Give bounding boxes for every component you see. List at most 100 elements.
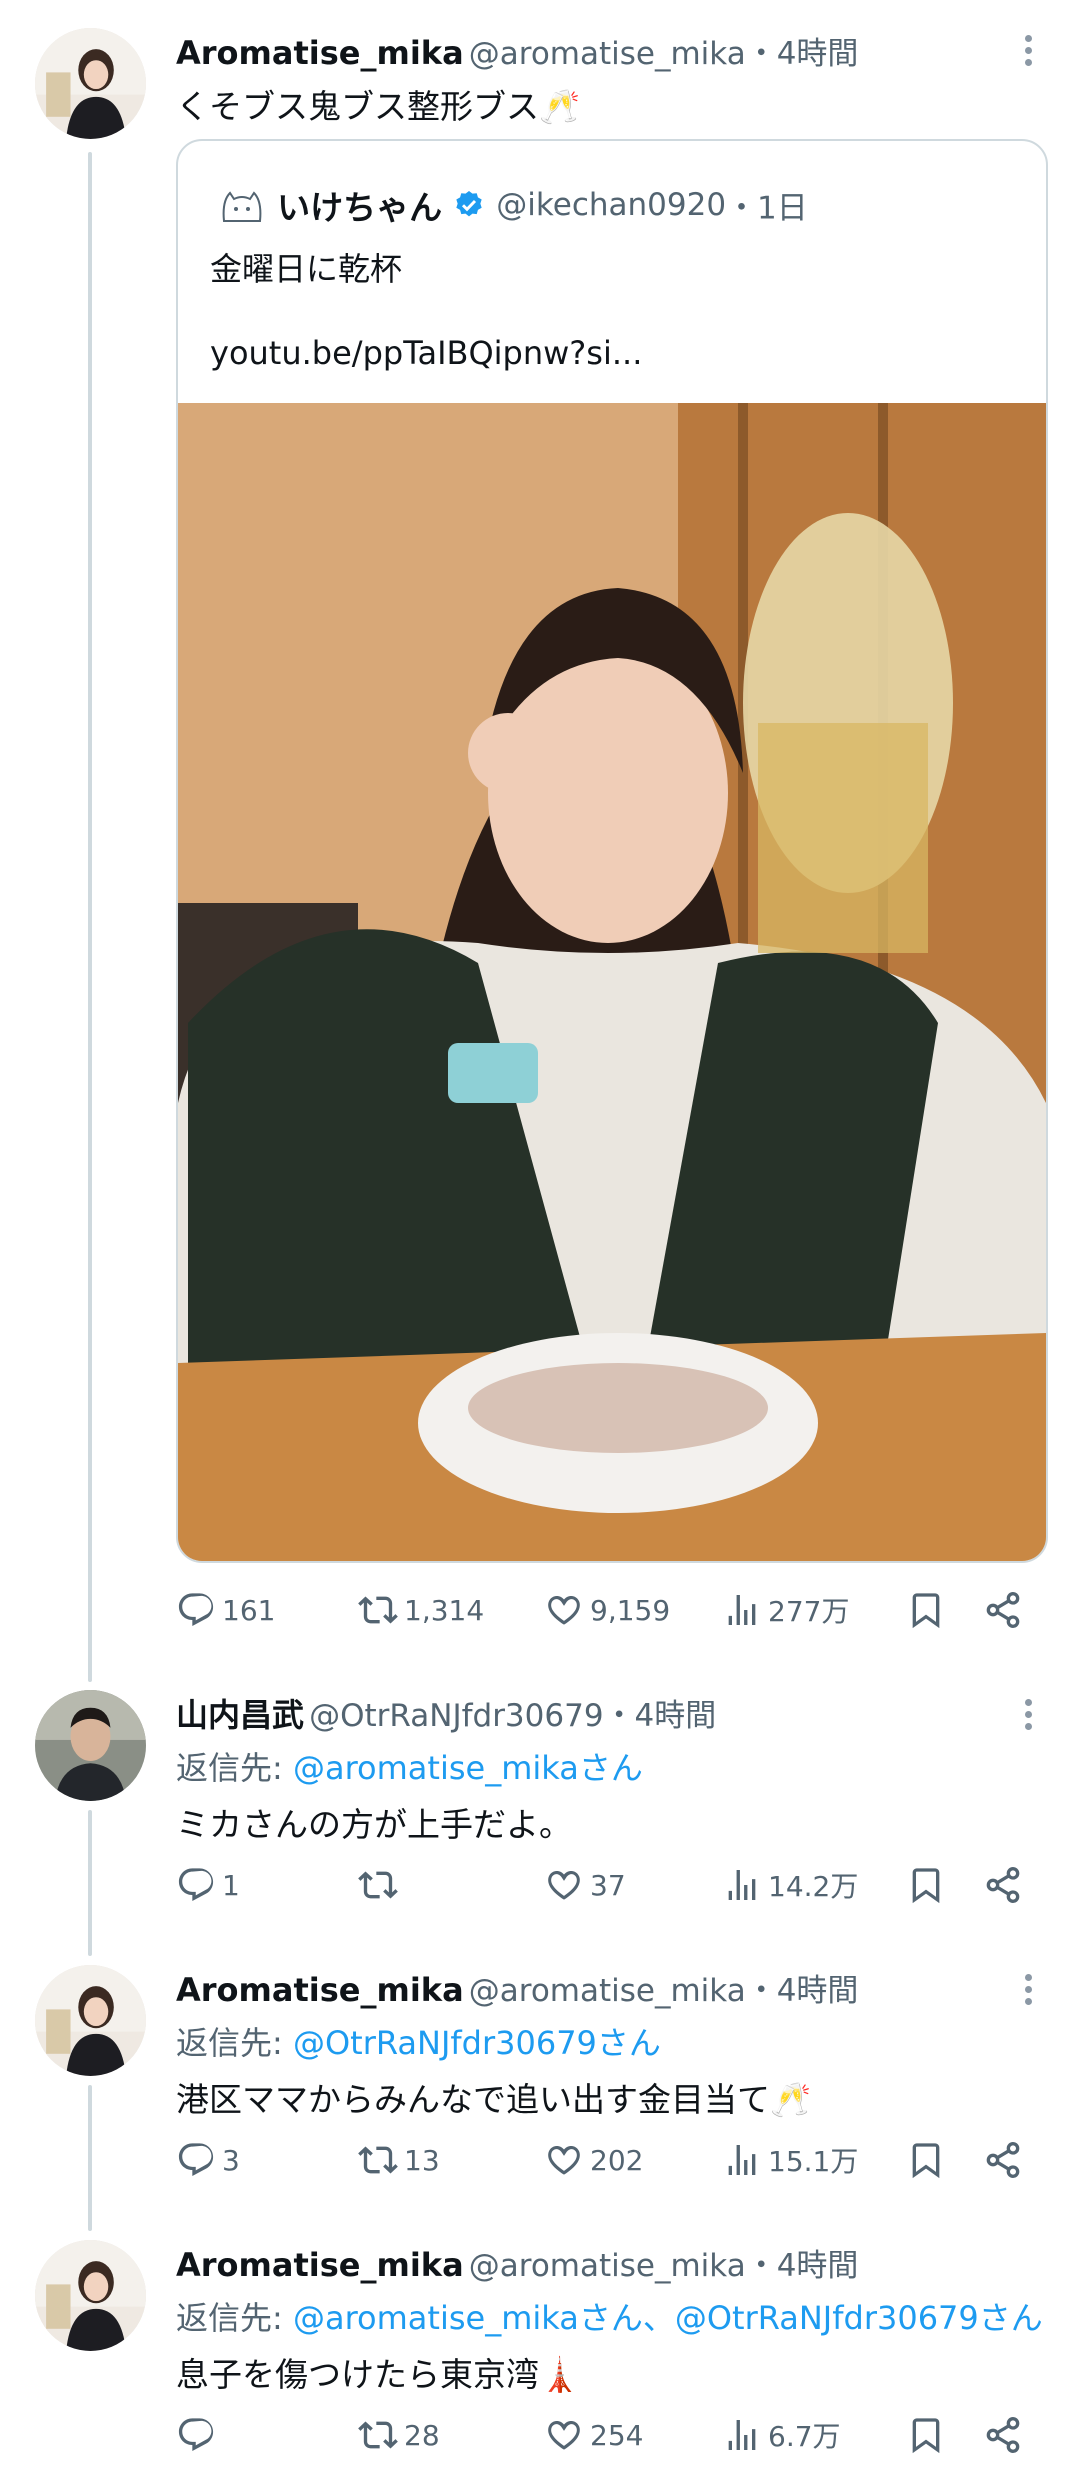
retweet-count: 13 xyxy=(404,2143,440,2177)
view-count: 6.7万 xyxy=(768,2420,841,2453)
reply-button[interactable]: 161 xyxy=(176,1590,275,1630)
bookmark-icon xyxy=(906,2415,946,2455)
reply-context: 返信先: @aromatise_mikaさん xyxy=(176,1743,643,1789)
like-button[interactable]: 37 xyxy=(544,1865,626,1905)
quote-author-handle[interactable]: @ikechan0920 xyxy=(496,187,726,223)
bookmark-button[interactable] xyxy=(906,1865,952,1905)
quote-author-name[interactable]: いけちゃん xyxy=(277,188,442,227)
reply-prefix: 返信先: xyxy=(176,2299,293,2337)
retweet-button[interactable] xyxy=(358,1865,404,1905)
retweet-button[interactable]: 13 xyxy=(358,2140,440,2180)
view-count: 15.1万 xyxy=(768,2145,859,2178)
author-handle[interactable]: @aromatise_mika xyxy=(469,1973,746,2009)
views-button[interactable]: 14.2万 xyxy=(722,1865,858,1905)
tweet-text: くそブス鬼ブス整形ブス🥂 xyxy=(176,87,581,126)
timestamp[interactable]: ・4時間 xyxy=(604,1698,717,1734)
tweet-text: 息子を傷つけたら東京湾🗼 xyxy=(176,2355,581,2394)
views-button[interactable]: 6.7万 xyxy=(722,2415,841,2455)
like-count: 202 xyxy=(590,2143,644,2177)
retweet-count: 28 xyxy=(404,2418,440,2452)
like-button[interactable]: 9,159 xyxy=(544,1590,670,1630)
share-icon xyxy=(983,1590,1023,1630)
view-count: 14.2万 xyxy=(768,1870,859,1903)
share-button[interactable] xyxy=(983,2415,1029,2455)
timestamp[interactable]: ・4時間 xyxy=(746,36,859,72)
like-count: 254 xyxy=(590,2418,644,2452)
more-options-icon[interactable] xyxy=(1025,30,1035,71)
quote-tweet-card[interactable]: いけちゃん @ikechan0920・1日 金曜日に乾杯 youtu.be/pp… xyxy=(176,139,1048,1563)
retweet-button[interactable]: 28 xyxy=(358,2415,440,2455)
timestamp[interactable]: ・4時間 xyxy=(746,2248,859,2284)
quote-timestamp[interactable]: ・1日 xyxy=(726,191,808,227)
retweet-icon xyxy=(358,1865,398,1905)
reply-icon xyxy=(176,1590,216,1630)
bookmark-button[interactable] xyxy=(906,1590,952,1630)
share-button[interactable] xyxy=(983,1865,1029,1905)
view-count: 277万 xyxy=(768,1595,850,1628)
tweet-header: Aromatise_mika @aromatise_mika・4時間 xyxy=(176,2240,858,2285)
views-button[interactable]: 277万 xyxy=(722,1590,849,1630)
share-button[interactable] xyxy=(983,1590,1029,1630)
like-icon xyxy=(544,1865,584,1905)
tweet-text: 港区ママからみんなで追い出す金目当て🥂 xyxy=(176,2080,812,2119)
reply-icon xyxy=(176,1865,216,1905)
reply-to-link[interactable]: @aromatise_mikaさん、@OtrRaNJfdr30679さん xyxy=(293,2299,1043,2337)
tweet-text: ミカさんの方が上手だよ。 xyxy=(176,1805,572,1844)
thread-line xyxy=(88,152,92,1682)
avatar[interactable] xyxy=(35,2240,146,2351)
share-icon xyxy=(983,2415,1023,2455)
bookmark-button[interactable] xyxy=(906,2140,952,2180)
retweet-count: 1,314 xyxy=(404,1593,485,1627)
author-name[interactable]: Aromatise_mika xyxy=(176,2246,464,2284)
reply-button[interactable] xyxy=(176,2415,222,2455)
views-icon xyxy=(722,2140,762,2180)
bookmark-icon xyxy=(906,1590,946,1630)
more-options-icon[interactable] xyxy=(1025,1969,1035,2010)
retweet-button[interactable]: 1,314 xyxy=(358,1590,484,1630)
bookmark-icon xyxy=(906,2140,946,2180)
avatar[interactable] xyxy=(35,28,146,139)
bookmark-button[interactable] xyxy=(906,2415,952,2455)
like-icon xyxy=(544,2140,584,2180)
retweet-icon xyxy=(358,2415,398,2455)
retweet-icon xyxy=(358,1590,398,1630)
avatar[interactable] xyxy=(35,1690,146,1801)
thread-line xyxy=(88,2085,92,2231)
reply-count: 161 xyxy=(222,1593,276,1627)
quote-avatar-icon xyxy=(222,191,262,222)
reply-icon xyxy=(176,2415,216,2455)
author-name[interactable]: 山内昌武 xyxy=(176,1696,304,1734)
quote-link[interactable]: youtu.be/ppTaIBQipnw?si... xyxy=(210,334,642,372)
like-count: 37 xyxy=(590,1868,626,1902)
reply-to-link[interactable]: @OtrRaNJfdr30679さん xyxy=(293,2024,661,2062)
reply-to-link[interactable]: @aromatise_mikaさん xyxy=(293,1749,643,1787)
reply-count: 1 xyxy=(222,1868,240,1902)
share-icon xyxy=(983,1865,1023,1905)
thread-line xyxy=(88,1810,92,1956)
tweet-header: Aromatise_mika @aromatise_mika・4時間 xyxy=(176,28,858,73)
views-button[interactable]: 15.1万 xyxy=(722,2140,858,2180)
author-handle[interactable]: @aromatise_mika xyxy=(469,2248,746,2284)
quote-photo[interactable] xyxy=(178,403,1046,1561)
reply-icon xyxy=(176,2140,216,2180)
retweet-icon xyxy=(358,2140,398,2180)
bookmark-icon xyxy=(906,1865,946,1905)
like-icon xyxy=(544,1590,584,1630)
share-button[interactable] xyxy=(983,2140,1029,2180)
reply-button[interactable]: 1 xyxy=(176,1865,240,1905)
quote-header: いけちゃん @ikechan0920・1日 xyxy=(218,181,808,229)
like-count: 9,159 xyxy=(590,1593,671,1627)
like-button[interactable]: 202 xyxy=(544,2140,643,2180)
author-handle[interactable]: @aromatise_mika xyxy=(469,36,746,72)
author-name[interactable]: Aromatise_mika xyxy=(176,34,464,72)
like-button[interactable]: 254 xyxy=(544,2415,643,2455)
avatar[interactable] xyxy=(35,1965,146,2076)
author-name[interactable]: Aromatise_mika xyxy=(176,1971,464,2009)
quote-text: 金曜日に乾杯 xyxy=(210,250,403,288)
reply-count: 3 xyxy=(222,2143,240,2177)
tweet-header: Aromatise_mika @aromatise_mika・4時間 xyxy=(176,1965,858,2010)
more-options-icon[interactable] xyxy=(1025,1694,1035,1735)
timestamp[interactable]: ・4時間 xyxy=(746,1973,859,2009)
author-handle[interactable]: @OtrRaNJfdr30679 xyxy=(309,1698,603,1734)
reply-button[interactable]: 3 xyxy=(176,2140,240,2180)
